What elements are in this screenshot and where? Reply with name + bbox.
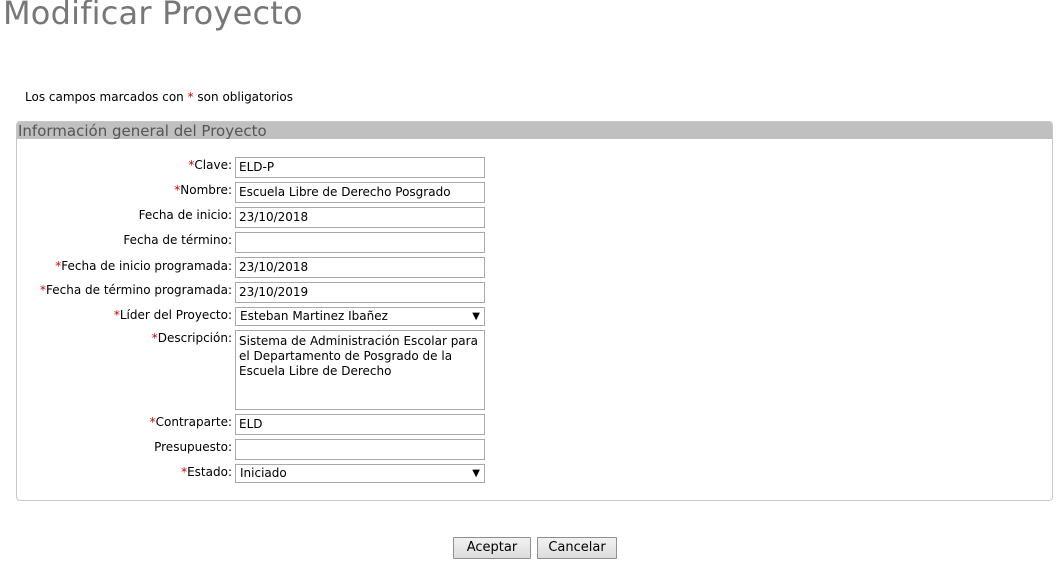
chevron-down-icon: ▼ <box>472 311 480 322</box>
presupuesto-input[interactable] <box>235 439 485 460</box>
chevron-down-icon: ▼ <box>472 468 480 479</box>
presupuesto-label: Presupuesto: <box>154 440 232 454</box>
fecha-termino-label: Fecha de término: <box>123 233 232 247</box>
fecha-inicio-programada-label: *Fecha de inicio programada: <box>0 259 232 273</box>
clave-label: *Clave: <box>0 158 232 172</box>
lider-select[interactable]: Esteban Martinez Ibañez ▼ <box>235 307 485 326</box>
accept-button[interactable]: Aceptar <box>453 537 531 559</box>
estado-label-text: Estado: <box>187 465 232 479</box>
nombre-label: *Nombre: <box>0 183 232 197</box>
clave-input[interactable]: ELD-P <box>235 157 485 178</box>
required-fields-note: Los campos marcados con * son obligatori… <box>25 90 293 104</box>
contraparte-input[interactable]: ELD <box>235 414 485 435</box>
lider-selected-value: Esteban Martinez Ibañez <box>240 309 388 323</box>
cancel-button[interactable]: Cancelar <box>537 537 617 559</box>
descripcion-textarea[interactable]: Sistema de Administración Escolar para e… <box>235 330 485 410</box>
required-note-suffix: son obligatorios <box>193 90 293 104</box>
estado-select[interactable]: Iniciado ▼ <box>235 464 485 483</box>
fecha-termino-programada-input[interactable]: 23/10/2019 <box>235 282 485 303</box>
fecha-inicio-programada-input[interactable]: 23/10/2018 <box>235 257 485 278</box>
fecha-termino-programada-label: *Fecha de término programada: <box>0 283 232 297</box>
fecha-termino-input[interactable] <box>235 232 485 253</box>
descripcion-label: *Descripción: <box>0 331 232 345</box>
estado-selected-value: Iniciado <box>240 466 287 480</box>
required-note-prefix: Los campos marcados con <box>25 90 188 104</box>
contraparte-label-text: Contraparte: <box>155 415 232 429</box>
estado-label: *Estado: <box>0 465 232 479</box>
fecha-inicio-label: Fecha de inicio: <box>138 208 232 222</box>
fecha-inicio-input[interactable]: 23/10/2018 <box>235 207 485 228</box>
nombre-input[interactable]: Escuela Libre de Derecho Posgrado <box>235 182 485 203</box>
lider-label: *Líder del Proyecto: <box>0 308 232 322</box>
fecha-termino-programada-label-text: Fecha de término programada: <box>46 283 232 297</box>
descripcion-label-text: Descripción: <box>157 331 232 345</box>
contraparte-label: *Contraparte: <box>0 415 232 429</box>
section-title: Información general del Proyecto <box>17 122 1052 140</box>
project-info-section: Información general del Proyecto *Clave:… <box>16 121 1053 501</box>
nombre-label-text: Nombre: <box>180 183 232 197</box>
fecha-inicio-programada-label-text: Fecha de inicio programada: <box>61 259 232 273</box>
clave-label-text: Clave: <box>194 158 232 172</box>
page-title: Modificar Proyecto <box>3 0 303 32</box>
lider-label-text: Líder del Proyecto: <box>119 308 232 322</box>
